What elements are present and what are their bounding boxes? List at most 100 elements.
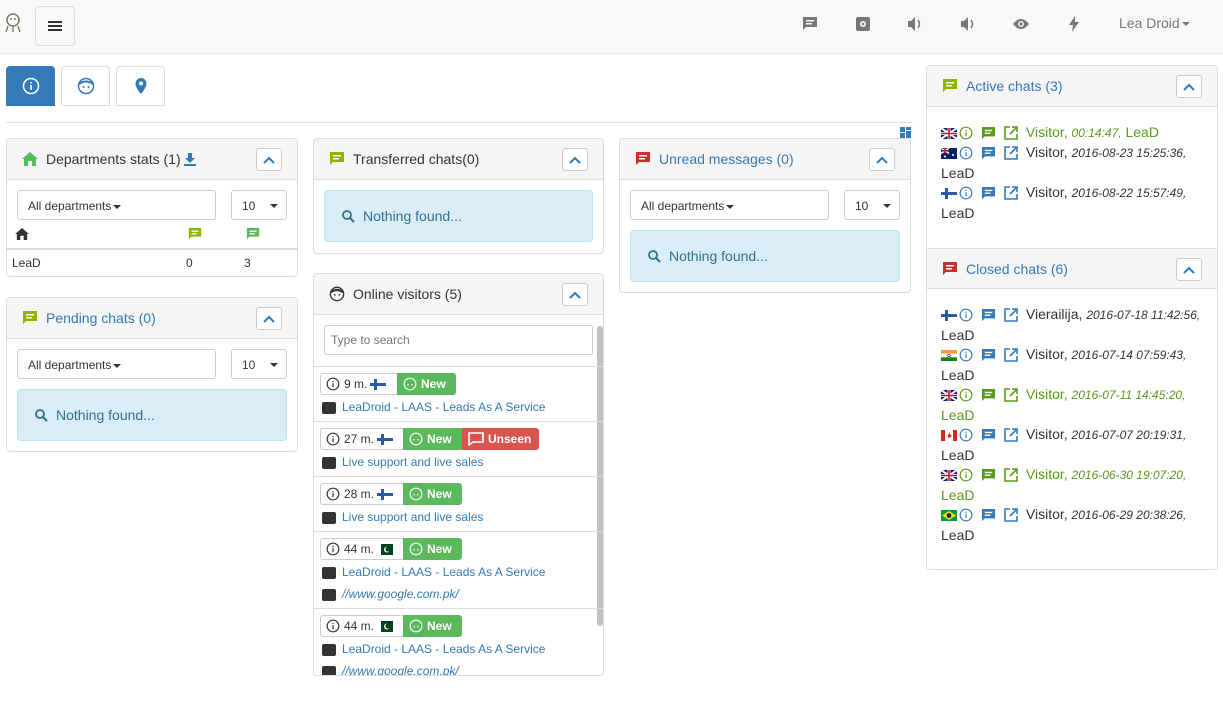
chat-operator: LeaD: [941, 327, 975, 343]
chat-icon[interactable]: [800, 14, 820, 34]
info-icon[interactable]: [959, 468, 973, 482]
chat-time: 2016-06-30 19:07:20,: [1071, 468, 1187, 482]
visitor-referrer-link[interactable]: //www.google.com.pk/: [342, 587, 459, 601]
collapse-button[interactable]: [562, 283, 588, 306]
panel-title[interactable]: Unread messages (0): [659, 151, 794, 167]
menu-toggle-button[interactable]: [35, 6, 75, 46]
visitor-page-link[interactable]: Live support and live sales: [342, 455, 483, 469]
info-icon[interactable]: [959, 388, 973, 402]
active-chat-item[interactable]: Visitor, 2016-08-22 15:57:49, LeaD: [941, 182, 1201, 223]
chat-time: 2016-06-29 20:38:26,: [1071, 508, 1187, 522]
flag-pk-icon: [377, 543, 394, 555]
closed-chat-item[interactable]: Visitor, 2016-07-11 14:45:20, LeaD: [941, 384, 1201, 425]
visitor-row[interactable]: 44 m. New LeaDroid - LAAS - Leads As A S…: [314, 531, 603, 608]
visitor-page-link[interactable]: LeaDroid - LAAS - Leads As A Service: [342, 400, 545, 414]
open-window-icon[interactable]: [1004, 348, 1018, 363]
visitor-time-box[interactable]: 28 m.: [320, 483, 404, 505]
department-filter-select[interactable]: All departments: [630, 190, 829, 220]
panel-title[interactable]: Pending chats (0): [46, 310, 156, 326]
collapse-button[interactable]: [256, 148, 282, 171]
visitor-search-input[interactable]: [324, 325, 593, 355]
chat-visitor-name: Visitor,: [1025, 386, 1068, 402]
info-icon[interactable]: [959, 146, 973, 160]
info-icon[interactable]: [959, 126, 973, 140]
info-icon[interactable]: [959, 186, 973, 200]
visitor-time-box[interactable]: 27 m.: [320, 428, 404, 450]
chat-icon[interactable]: [981, 186, 996, 201]
info-icon[interactable]: [959, 308, 973, 322]
visitor-page-link[interactable]: LeaDroid - LAAS - Leads As A Service: [342, 642, 545, 656]
visitor-time-box[interactable]: 44 m.: [320, 615, 404, 637]
flag-au-icon: [941, 147, 957, 159]
visitor-time-box[interactable]: 9 m.: [320, 373, 398, 395]
active-chat-item[interactable]: Visitor, 2016-08-23 15:25:36, LeaD: [941, 142, 1201, 183]
info-icon[interactable]: [959, 348, 973, 362]
sound-icon[interactable]: [905, 14, 925, 34]
closed-chat-item[interactable]: Visitor, 2016-06-30 19:07:20, LeaD: [941, 464, 1201, 505]
limit-select[interactable]: 10: [231, 349, 287, 379]
panel-title[interactable]: Closed chats (6): [966, 261, 1068, 277]
tab-visitors[interactable]: [61, 66, 110, 106]
chat-icon[interactable]: [981, 308, 996, 323]
tab-map[interactable]: [116, 66, 165, 106]
open-window-icon[interactable]: [1004, 146, 1018, 161]
collapse-button[interactable]: [869, 148, 895, 171]
limit-select[interactable]: 10: [844, 190, 900, 220]
panel-title[interactable]: Active chats (3): [966, 78, 1062, 94]
info-icon[interactable]: [959, 428, 973, 442]
open-window-icon[interactable]: [1004, 126, 1018, 141]
visitor-page-link[interactable]: Live support and live sales: [342, 510, 483, 524]
open-window-icon[interactable]: [1004, 186, 1018, 201]
flash-icon[interactable]: [1064, 14, 1084, 34]
open-window-icon[interactable]: [1004, 468, 1018, 483]
visitor-row[interactable]: 44 m. New LeaDroid - LAAS - Leads As A S…: [314, 608, 603, 675]
chat-visitor-name: Visitor,: [1025, 184, 1068, 200]
info-icon[interactable]: [959, 508, 973, 522]
chat-icon[interactable]: [981, 388, 996, 403]
chat-icon[interactable]: [981, 428, 996, 443]
collapse-button[interactable]: [1176, 75, 1202, 98]
visitor-time-box[interactable]: 44 m.: [320, 538, 404, 560]
visitor-row[interactable]: 27 m. New Unseen Live support and live s…: [314, 421, 603, 476]
active-chat-item[interactable]: Visitor, 00:14:47, LeaD: [941, 122, 1201, 143]
visitor-row[interactable]: 9 m. New LeaDroid - LAAS - Leads As A Se…: [314, 366, 603, 421]
closed-chat-item[interactable]: Vierailija, 2016-07-18 11:42:56, LeaD: [941, 304, 1201, 345]
chat-time: 2016-08-23 15:25:36,: [1071, 146, 1187, 160]
department-filter-select[interactable]: All departments: [17, 190, 216, 220]
settings-icon[interactable]: [853, 14, 873, 34]
table-row: LeaD 0 3: [7, 248, 297, 270]
caret-down-icon: [270, 204, 278, 208]
closed-chat-item[interactable]: Visitor, 2016-06-29 20:38:26, LeaD: [941, 504, 1201, 545]
caret-down-icon: [1181, 22, 1190, 27]
chat-icon[interactable]: [981, 348, 996, 363]
chat-icon: [943, 79, 957, 92]
chat-icon[interactable]: [981, 126, 996, 141]
visibility-eye-icon[interactable]: [1011, 14, 1031, 34]
chat-icon[interactable]: [981, 468, 996, 483]
download-icon[interactable]: [183, 152, 196, 166]
visitor-referrer-link[interactable]: //www.google.com.pk/: [342, 664, 459, 675]
divider: [6, 122, 913, 123]
visitor-page-link[interactable]: LeaDroid - LAAS - Leads As A Service: [342, 565, 545, 579]
open-window-icon[interactable]: [1004, 508, 1018, 523]
chat-operator: LeaD: [941, 447, 975, 463]
limit-select[interactable]: 10: [231, 190, 287, 220]
collapse-button[interactable]: [256, 307, 282, 330]
closed-chat-item[interactable]: Visitor, 2016-07-14 07:59:43, LeaD: [941, 344, 1201, 385]
user-menu[interactable]: Lea Droid: [1119, 15, 1190, 31]
chat-icon[interactable]: [981, 146, 996, 161]
open-window-icon[interactable]: [1004, 428, 1018, 443]
tab-info[interactable]: [6, 66, 55, 106]
chat-operator: LeaD: [1125, 124, 1159, 140]
open-window-icon[interactable]: [1004, 308, 1018, 323]
visitor-row[interactable]: 28 m. New Live support and live sales: [314, 476, 603, 531]
open-window-icon[interactable]: [1004, 388, 1018, 403]
chat-icon[interactable]: [981, 508, 996, 523]
collapse-button[interactable]: [1176, 258, 1202, 281]
logo-icon[interactable]: [4, 12, 22, 34]
chevron-up-icon: [1183, 266, 1195, 274]
closed-chat-item[interactable]: Visitor, 2016-07-07 20:19:31, LeaD: [941, 424, 1201, 465]
department-filter-select[interactable]: All departments: [17, 349, 216, 379]
sound-messages-icon[interactable]: [958, 14, 978, 34]
collapse-button[interactable]: [562, 148, 588, 171]
